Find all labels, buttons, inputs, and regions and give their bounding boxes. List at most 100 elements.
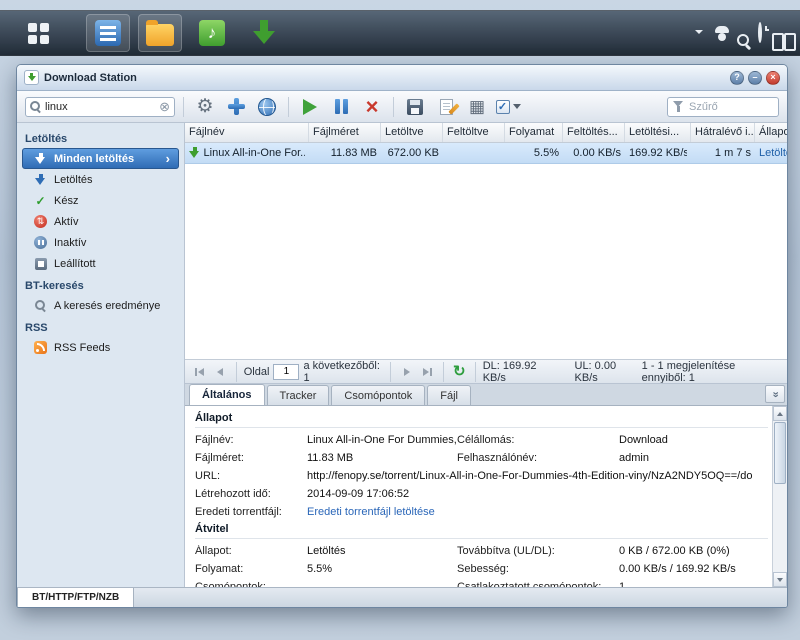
- sidebar-section-bt-search: BT-keresés: [17, 274, 184, 295]
- minimize-button[interactable]: –: [748, 71, 762, 85]
- delete-icon: ×: [366, 99, 379, 115]
- taskbar-app-download-station[interactable]: [242, 14, 286, 52]
- column-header-progress[interactable]: Folyamat: [505, 123, 563, 142]
- collapse-details-button[interactable]: »: [765, 385, 785, 403]
- check-icon: ✓: [33, 194, 48, 208]
- taskbar-app-file-browser[interactable]: [138, 14, 182, 52]
- grid-icon: ▦: [469, 98, 485, 115]
- browse-button[interactable]: [254, 94, 280, 120]
- column-header-uploaded[interactable]: Feltöltve: [443, 123, 505, 142]
- delete-button[interactable]: ×: [359, 94, 385, 120]
- column-header-filesize[interactable]: Fájlméret: [309, 123, 381, 142]
- sidebar-item-stopped[interactable]: Leállított: [17, 253, 184, 274]
- tab-file[interactable]: Fájl: [427, 385, 471, 405]
- search-box: ⊗: [25, 97, 175, 117]
- created-time-label: Létrehozott idő:: [195, 488, 307, 500]
- previous-page-button[interactable]: [212, 363, 229, 380]
- download-list: Linux All-in-One For... 11.83 MB 672.00 …: [185, 143, 787, 359]
- pause-button[interactable]: [328, 94, 354, 120]
- checkbox-dropdown-icon: ✓: [496, 100, 521, 114]
- search-input[interactable]: [45, 101, 155, 113]
- batch-button[interactable]: ▦: [464, 94, 490, 120]
- transferred-label: Továbbítva (UL/DL):: [457, 545, 619, 557]
- filesize-value: 11.83 MB: [307, 452, 457, 464]
- tab-peers[interactable]: Csomópontok: [331, 385, 425, 405]
- detail-row: Létrehozott idő: 2014-09-09 17:06:52: [195, 485, 768, 503]
- table-header: Fájlnév Fájlméret Letöltve Feltöltve Fol…: [185, 123, 787, 143]
- sidebar-section-rss: RSS: [17, 316, 184, 337]
- chevron-down-icon: [513, 104, 521, 109]
- section-title-transfer: Átvitel: [195, 521, 768, 539]
- url-value: http://fenopy.se/torrent/Linux-All-in-On…: [307, 470, 768, 482]
- filename-label: Fájlnév:: [195, 434, 307, 446]
- column-header-filename[interactable]: Fájlnév: [185, 123, 309, 142]
- sidebar-item-downloading[interactable]: Letöltés: [17, 169, 184, 190]
- scroll-down-button[interactable]: [773, 572, 787, 587]
- column-header-downloaded[interactable]: Letöltve: [381, 123, 443, 142]
- sidebar-item-inactive[interactable]: Inaktív: [17, 232, 184, 253]
- scrollbar-thumb[interactable]: [774, 422, 786, 484]
- column-header-time-left[interactable]: Hátralévő i...: [691, 123, 755, 142]
- details-tabbar: Általános Tracker Csomópontok Fájl »: [185, 384, 787, 406]
- detail-row: Fájlméret: 11.83 MB Felhasználónév: admi…: [195, 449, 768, 467]
- magnifier-icon: [30, 101, 41, 112]
- details-scrollbar[interactable]: [772, 406, 787, 587]
- last-page-button[interactable]: [419, 363, 436, 380]
- window-titlebar[interactable]: Download Station ? – ×: [17, 65, 787, 91]
- close-button[interactable]: ×: [766, 71, 780, 85]
- page-input[interactable]: [273, 364, 299, 380]
- column-header-status[interactable]: Állapot: [755, 123, 787, 142]
- row-filesize: 11.83 MB: [331, 147, 377, 159]
- taskbar-app-file-station[interactable]: [86, 14, 130, 52]
- refresh-button[interactable]: ↻: [451, 363, 468, 380]
- next-page-button[interactable]: [398, 363, 415, 380]
- column-header-download-speed[interactable]: Letöltési...: [625, 123, 691, 142]
- statusbar-tab-bt-http-ftp-nzb[interactable]: BT/HTTP/FTP/NZB: [17, 588, 134, 607]
- first-page-button[interactable]: [191, 363, 208, 380]
- export-button[interactable]: [402, 94, 428, 120]
- taskbar-app-audio-station[interactable]: ♪: [190, 14, 234, 52]
- help-button[interactable]: ?: [730, 71, 744, 85]
- speed-value: 0.00 KB/s / 169.92 KB/s: [619, 563, 768, 575]
- sidebar-item-search-results[interactable]: A keresés eredménye: [17, 295, 184, 316]
- sidebar-item-rss-feeds[interactable]: RSS Feeds: [17, 337, 184, 358]
- tab-tracker[interactable]: Tracker: [267, 385, 330, 405]
- column-header-upload-speed[interactable]: Feltöltés...: [563, 123, 625, 142]
- main-menu-button[interactable]: [16, 14, 60, 52]
- table-row[interactable]: Linux All-in-One For... 11.83 MB 672.00 …: [185, 143, 787, 164]
- sidebar-item-finished[interactable]: ✓ Kész: [17, 190, 184, 211]
- row-downloaded: 672.00 KB: [388, 147, 439, 159]
- username-label: Felhasználónév:: [457, 452, 619, 464]
- tab-general[interactable]: Általános: [189, 384, 265, 405]
- edit-button[interactable]: [433, 94, 459, 120]
- details-content: Állapot Fájlnév: Linux All-in-One For Du…: [185, 406, 772, 587]
- add-download-button[interactable]: [223, 94, 249, 120]
- arrow-down-icon: [777, 578, 783, 582]
- pause-icon: [335, 99, 348, 114]
- plus-icon: [227, 97, 246, 116]
- pilot-view-button[interactable]: [758, 24, 762, 42]
- created-time-value: 2014-09-09 17:06:52: [307, 488, 768, 500]
- download-station-icon: [24, 70, 39, 85]
- scroll-up-button[interactable]: [773, 406, 787, 421]
- resume-button[interactable]: [297, 94, 323, 120]
- inactive-icon: [33, 236, 48, 249]
- pagination-bar: Oldal a következőből: 1 ↻ DL: 169.92 KB/…: [185, 359, 787, 383]
- sidebar-section-download: Letöltés: [17, 127, 184, 148]
- settings-button[interactable]: ⚙: [192, 94, 218, 120]
- detail-row: URL: http://fenopy.se/torrent/Linux-All-…: [195, 467, 768, 485]
- page-label: Oldal: [244, 366, 270, 378]
- select-mode-button[interactable]: ✓: [495, 94, 521, 120]
- torrent-download-link[interactable]: Eredeti torrentfájl letöltése: [307, 506, 768, 518]
- filter-input[interactable]: [689, 101, 773, 113]
- section-title-status: Állapot: [195, 410, 768, 428]
- chevron-right-icon: ›: [166, 152, 170, 165]
- main-menu-icon: [28, 23, 49, 44]
- gear-icon: ⚙: [196, 97, 213, 116]
- sidebar-item-active[interactable]: ⇅ Aktív: [17, 211, 184, 232]
- row-upload-speed: 0.00 KB/s: [573, 147, 621, 159]
- sidebar-item-all-downloads[interactable]: Minden letöltés ›: [22, 148, 179, 169]
- speed-label: Sebesség:: [457, 563, 619, 575]
- clear-search-button[interactable]: ⊗: [159, 100, 170, 113]
- scrollbar-track[interactable]: [773, 421, 787, 572]
